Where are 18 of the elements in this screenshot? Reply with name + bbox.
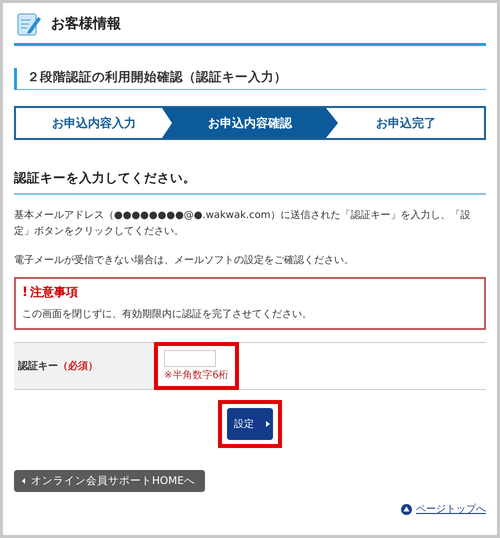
- input-field[interactable]: [164, 350, 216, 367]
- progress-step: お申込内容確認: [162, 108, 338, 138]
- page-title: お客様情報: [51, 15, 121, 33]
- form-heading: 認証キーを入力してください。: [14, 170, 486, 195]
- back-button[interactable]: オンライン会員サポートHOMEへ: [14, 470, 205, 492]
- field-label: 認証キー: [18, 360, 58, 373]
- input-hint: ※半角数字6桁: [164, 368, 229, 382]
- form-pencil-icon: [16, 11, 42, 37]
- notice-title: 注意事項: [30, 284, 78, 301]
- section-title: ２段階認証の利用開始確認（認証キー入力）: [14, 68, 486, 90]
- page-top-link[interactable]: ページトップへ: [416, 502, 486, 516]
- required-label: （必須）: [58, 360, 98, 373]
- instruction-text: 電子メールが受信できない場合は、メールソフトの設定をご確認ください。: [14, 254, 355, 268]
- warning-icon: !: [22, 285, 28, 300]
- up-arrow-circle-icon: [401, 504, 412, 514]
- submit-button[interactable]: 設定: [227, 408, 273, 440]
- instruction-text: 基本メールアドレス（●●●●●●●●@●.wakwak.com）に送信された「認証キー」を入力し、「設定」ボタンをクリックしてください。: [14, 208, 472, 239]
- notice-text: この画面を閉じずに、有効期限内に認証を完了させてください。: [22, 308, 313, 321]
